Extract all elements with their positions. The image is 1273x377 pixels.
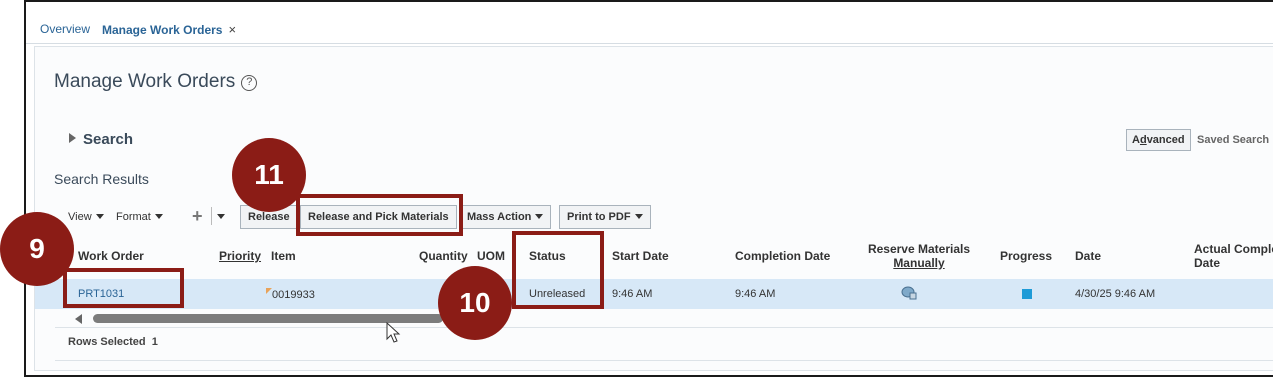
date-cell: 4/30/25 9:46 AM	[1075, 288, 1156, 300]
callout-badge-9: 9	[0, 212, 74, 286]
column-start-date[interactable]: Start Date	[612, 249, 669, 263]
expand-triangle-icon	[69, 133, 76, 143]
tab-overview[interactable]: Overview	[40, 22, 90, 36]
main-panel: Manage Work Orders? Search Advanced Save…	[34, 46, 1273, 371]
column-completion-date[interactable]: Completion Date	[735, 249, 830, 263]
callout-highlight-release-pick	[296, 194, 463, 236]
app-window: Overview Manage Work Orders × Manage Work…	[24, 0, 1273, 377]
callout-highlight-work-order	[63, 268, 184, 308]
reserve-materials-icon[interactable]	[901, 286, 917, 300]
rows-selected-status: Rows Selected 1	[68, 336, 158, 348]
callout-badge-11: 11	[232, 138, 306, 212]
chevron-down-icon	[535, 214, 544, 219]
table-row[interactable]: PRT1031 0019933 Unreleased 9:46 AM 9:46 …	[35, 279, 1273, 309]
close-icon[interactable]: ×	[228, 22, 236, 37]
chevron-down-icon	[154, 214, 163, 219]
column-reserve-materials-manually[interactable]: Reserve Materials Manually	[863, 242, 975, 270]
scroll-left-icon[interactable]	[75, 314, 82, 324]
toolbar-divider	[211, 207, 212, 225]
saved-search-label: Saved Search	[1197, 134, 1270, 146]
divider	[55, 360, 1273, 361]
rows-selected-count: 1	[151, 336, 158, 348]
chevron-down-icon	[634, 214, 643, 219]
tab-strip: Overview Manage Work Orders ×	[26, 2, 1273, 51]
callout-badge-10: 10	[438, 266, 512, 340]
search-disclosure[interactable]: Search	[69, 131, 133, 148]
divider	[55, 327, 1273, 328]
mass-action-menu[interactable]: Mass Action	[459, 205, 552, 229]
column-date[interactable]: Date	[1075, 249, 1101, 263]
page-title: Manage Work Orders?	[54, 71, 258, 93]
column-uom[interactable]: UOM	[477, 249, 505, 263]
column-actual-completion-date[interactable]: Actual Comple Date	[1194, 242, 1273, 270]
progress-indicator-icon[interactable]	[1022, 289, 1032, 299]
search-label: Search	[83, 131, 134, 148]
callout-highlight-status	[512, 231, 604, 309]
column-progress[interactable]: Progress	[1000, 249, 1052, 263]
chevron-down-icon	[95, 214, 104, 219]
search-results-title: Search Results	[54, 171, 149, 187]
page-title-text: Manage Work Orders	[54, 71, 236, 92]
item-cell: 0019933	[266, 288, 315, 301]
column-priority[interactable]: Priority	[219, 249, 261, 263]
print-to-pdf-menu[interactable]: Print to PDF	[559, 205, 651, 229]
results-table-header: Work Order Priority Item Quantity UOM St…	[35, 233, 1273, 277]
add-icon[interactable]: +	[192, 206, 203, 227]
view-menu[interactable]: View	[68, 211, 104, 223]
tab-label: Manage Work Orders	[102, 23, 223, 37]
add-menu-chevron[interactable]	[217, 211, 225, 223]
advanced-button[interactable]: Advanced	[1126, 129, 1191, 151]
mouse-pointer-icon	[386, 322, 401, 343]
column-work-order[interactable]: Work Order	[78, 249, 144, 263]
column-item[interactable]: Item	[271, 249, 296, 263]
completion-date-cell: 9:46 AM	[735, 288, 776, 300]
start-date-cell: 9:46 AM	[612, 288, 653, 300]
help-icon[interactable]: ?	[241, 75, 258, 91]
chevron-down-icon	[217, 214, 225, 219]
column-quantity[interactable]: Quantity	[419, 249, 468, 263]
format-menu[interactable]: Format	[116, 211, 163, 223]
